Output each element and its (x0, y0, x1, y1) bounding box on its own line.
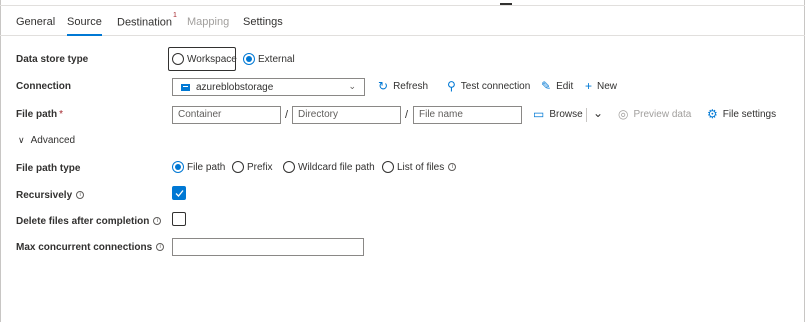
radio-circle (172, 53, 184, 65)
radio-workspace[interactable]: Workspace (172, 53, 237, 65)
refresh-icon: ↻ (378, 79, 389, 93)
file-name-input[interactable]: File name (413, 106, 522, 124)
tab-bar: General Source Destination1 Mapping Sett… (0, 8, 805, 36)
advanced-toggle[interactable]: ∨ Advanced (18, 135, 75, 146)
blob-storage-icon (181, 83, 190, 91)
radio-wildcard-file-path[interactable]: Wildcard file path (283, 161, 375, 173)
info-icon[interactable]: i (448, 163, 457, 171)
file-path-label: File path * (16, 109, 64, 120)
preview-data-button[interactable]: ◎ Preview data (618, 108, 691, 120)
chevron-down-icon: ∨ (18, 135, 25, 145)
radio-circle (232, 161, 244, 173)
data-store-type-label: Data store type (16, 54, 89, 65)
browse-options-dropdown[interactable]: ⌄ (593, 107, 608, 119)
test-connection-button[interactable]: ⚲ Test connection (447, 80, 530, 92)
tab-mapping[interactable]: Mapping (187, 16, 229, 28)
max-concurrent-connections-label: Max concurrent connections i (16, 242, 165, 253)
max-concurrent-connections-input[interactable] (172, 238, 364, 256)
connection-label: Connection (16, 81, 71, 92)
pencil-icon: ✎ (541, 79, 552, 93)
chevron-down-icon: ⌄ (348, 81, 356, 91)
active-tab-indicator (67, 34, 102, 36)
radio-circle (283, 161, 295, 173)
info-icon[interactable]: i (156, 243, 165, 251)
radio-circle-selected (243, 53, 255, 65)
tab-destination[interactable]: Destination1 (117, 12, 177, 29)
recursively-checkbox[interactable] (172, 186, 186, 200)
required-asterisk: * (59, 109, 64, 120)
tab-general[interactable]: General (16, 16, 55, 28)
delete-files-label: Delete files after completion i (16, 216, 162, 227)
file-settings-icon: ⚙ (707, 107, 718, 121)
error-badge: 1 (173, 12, 177, 19)
folder-icon: ▭ (533, 107, 545, 121)
file-settings-button[interactable]: ⚙ File settings (707, 108, 776, 120)
radio-circle (382, 161, 394, 173)
browse-button[interactable]: ▭ Browse (533, 108, 583, 120)
directory-input[interactable]: Directory (292, 106, 401, 124)
refresh-button[interactable]: ↻ Refresh (378, 80, 428, 92)
radio-list-of-files[interactable]: List of files i (382, 161, 457, 173)
radio-file-path[interactable]: File path (172, 161, 225, 173)
path-separator: / (405, 109, 409, 121)
plug-icon: ⚲ (447, 79, 456, 93)
info-icon[interactable]: i (76, 191, 85, 199)
tab-source[interactable]: Source (67, 16, 102, 36)
radio-circle-selected (172, 161, 184, 173)
connection-dropdown[interactable]: azureblobstorage ⌄ (172, 78, 365, 96)
delete-files-checkbox[interactable] (172, 212, 186, 226)
plus-icon: + (585, 79, 593, 93)
checkmark-icon (175, 190, 184, 197)
panel-top-bar (0, 0, 805, 6)
radio-prefix[interactable]: Prefix (232, 161, 273, 173)
resize-grip[interactable] (500, 3, 512, 5)
radio-external[interactable]: External (243, 53, 295, 65)
container-input[interactable]: Container (172, 106, 281, 124)
edit-button[interactable]: ✎ Edit (541, 80, 573, 92)
recursively-label: Recursively i (16, 190, 85, 201)
toolbar-divider (586, 108, 587, 122)
glasses-icon: ◎ (618, 107, 629, 121)
tab-settings[interactable]: Settings (243, 16, 283, 28)
file-path-type-label: File path type (16, 163, 81, 174)
path-separator: / (285, 109, 289, 121)
info-icon[interactable]: i (153, 217, 162, 225)
new-button[interactable]: + New (585, 80, 617, 92)
chevron-down-icon: ⌄ (593, 106, 604, 120)
